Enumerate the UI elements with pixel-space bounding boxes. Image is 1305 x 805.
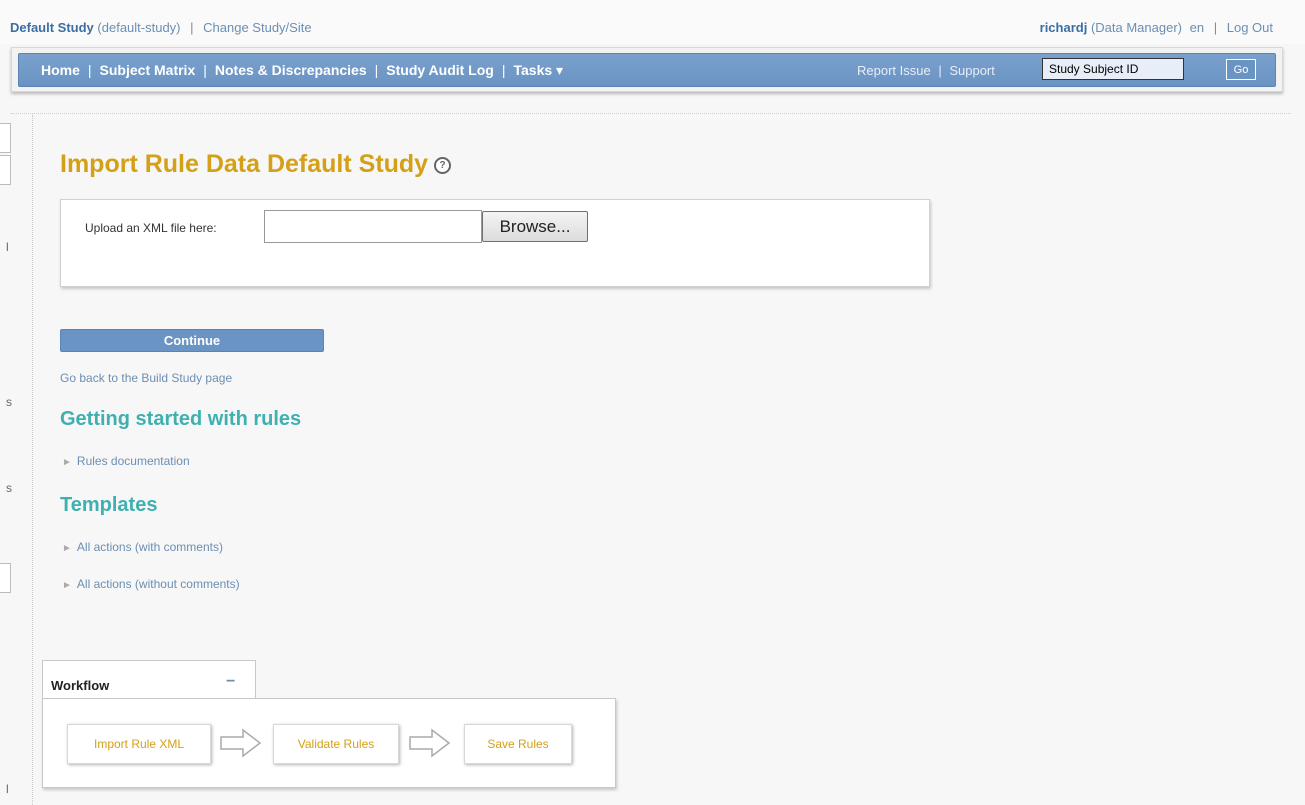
templates-heading: Templates [60,494,158,516]
workflow-step-validate[interactable]: Validate Rules [273,724,399,764]
user-role: (Data Manager) [1090,20,1182,35]
language-link[interactable]: en [1190,20,1204,35]
nav-notes-discrepancies[interactable]: Notes & Discrepancies [215,62,367,78]
sidebar-border [32,115,33,805]
sidebar-tab[interactable] [0,155,11,185]
help-icon[interactable]: ? [434,156,452,174]
sidebar-tab[interactable] [0,123,11,153]
template-link-with-comments[interactable]: ► All actions (with comments) [62,540,223,554]
support-link[interactable]: Support [949,63,995,78]
expand-arrow-icon: ► [62,457,72,468]
study-name: Default Study [10,20,94,35]
nav-home[interactable]: Home [41,62,80,78]
rules-documentation-label: Rules documentation [76,454,190,468]
template-link-label: All actions (with comments) [76,540,223,554]
sidebar-collapsed: l s s l [0,115,34,805]
go-back-build-study-link[interactable]: Go back to the Build Study page [60,371,232,385]
nav-study-audit-log[interactable]: Study Audit Log [386,62,494,78]
workflow-tab: Workflow − [42,660,256,699]
getting-started-heading: Getting started with rules [60,408,302,430]
study-bar: Default Study (default-study) | Change S… [0,0,1305,44]
file-path-input[interactable] [264,210,482,243]
minimize-icon[interactable]: − [226,673,235,691]
separator: | [190,20,194,35]
upload-panel: Upload an XML file here: Browse... [60,199,930,287]
nav-tasks-dropdown[interactable]: Tasks ▾ [513,62,563,78]
arrow-right-icon [220,728,262,758]
user-name[interactable]: richardj [1040,20,1088,35]
secondary-nav: Report Issue | Support [857,63,995,78]
study-subject-search-input[interactable] [1042,58,1184,80]
user-info: richardj (Data Manager) en | Log Out [1040,20,1273,35]
go-button[interactable]: Go [1226,59,1256,80]
sidebar-fragment: s [6,395,12,409]
sidebar-fragment: l [6,240,9,254]
study-info: Default Study (default-study) | Change S… [10,20,312,35]
page-title: Import Rule Data Default Study? [60,150,452,179]
template-link-label: All actions (without comments) [76,577,240,591]
workflow-step-import[interactable]: Import Rule XML [67,724,211,764]
template-link-without-comments[interactable]: ► All actions (without comments) [62,577,240,591]
rules-documentation-link[interactable]: ► Rules documentation [62,454,190,468]
header-divider [11,113,1291,114]
main-nav: Home | Subject Matrix | Notes & Discrepancie… [41,62,564,78]
nav-container: Home | Subject Matrix | Notes & Discrepancie… [11,47,1283,92]
expand-arrow-icon: ► [62,543,72,554]
sidebar-fragment: l [6,782,9,796]
page-title-text: Import Rule Data Default Study [60,150,429,178]
main-nav-bar: Home | Subject Matrix | Notes & Discrepancie… [18,53,1276,87]
workflow-step-save[interactable]: Save Rules [464,724,572,764]
report-issue-link[interactable]: Report Issue [857,63,931,78]
workflow-panel: Import Rule XML Validate Rules Save Rule… [42,698,616,788]
upload-label: Upload an XML file here: [85,221,217,235]
nav-subject-matrix[interactable]: Subject Matrix [100,62,196,78]
separator: | [1213,20,1218,35]
arrow-right-icon [409,728,451,758]
sidebar-fragment: s [6,481,12,495]
workflow-title: Workflow [51,678,110,693]
change-study-link[interactable]: Change Study/Site [203,20,311,35]
continue-button[interactable]: Continue [60,329,324,352]
sidebar-tab[interactable] [0,563,11,593]
study-id: (default-study) [97,20,181,35]
logout-link[interactable]: Log Out [1227,20,1273,35]
browse-button[interactable]: Browse... [482,211,588,242]
expand-arrow-icon: ► [62,580,72,591]
